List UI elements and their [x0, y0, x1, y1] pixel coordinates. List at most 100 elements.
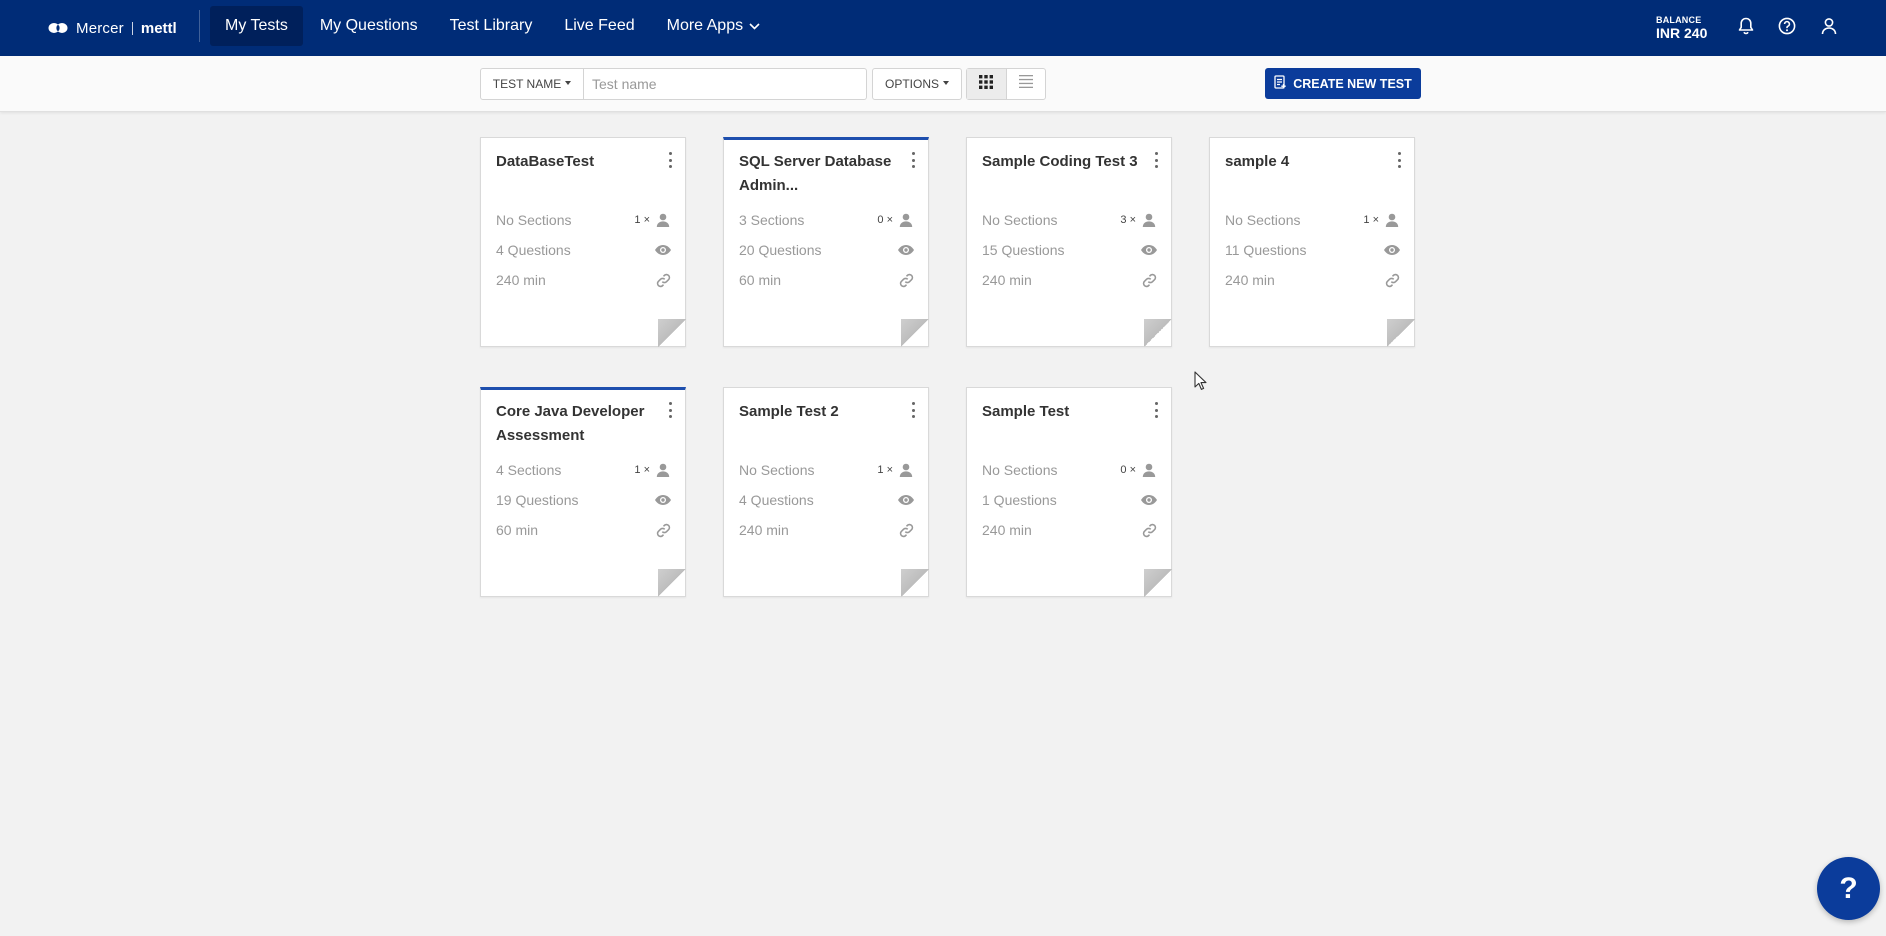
page-fold-corner	[658, 569, 686, 597]
test-card[interactable]: Sample Coding Test 3 No Sections 3 × 15 Que…	[966, 137, 1172, 347]
nav-live-feed[interactable]: Live Feed	[549, 6, 649, 46]
test-card-questions: 20 Questions	[739, 242, 822, 258]
candidate-user-icon	[1383, 211, 1401, 229]
test-card-sections-row: 4 Sections 1 ×	[496, 460, 672, 480]
page-fold-corner	[658, 319, 686, 347]
test-card-candidates[interactable]: 1 ×	[877, 461, 915, 479]
page-fold-corner	[901, 319, 929, 347]
test-card-questions-row: 19 Questions	[496, 490, 672, 510]
candidate-user-icon	[897, 211, 915, 229]
options-label: OPTIONS	[884, 77, 939, 91]
test-card-questions-row: 1 Questions	[982, 490, 1158, 510]
test-card-questions-row: 11 Questions	[1225, 240, 1401, 260]
preview-eye-icon[interactable]	[1383, 241, 1401, 259]
grid-view-button[interactable]	[967, 69, 1006, 99]
more-options-icon[interactable]	[1396, 152, 1402, 168]
test-card-title[interactable]: Sample Test 2	[739, 400, 899, 424]
test-card-candidates[interactable]: 1 ×	[634, 211, 672, 229]
test-card-questions-row: 4 Questions	[496, 240, 672, 260]
preview-eye-icon[interactable]	[897, 491, 915, 509]
share-link-icon[interactable]	[1140, 521, 1158, 539]
test-card-duration-row: 240 min	[982, 270, 1158, 290]
bell-icon[interactable]	[1735, 15, 1757, 37]
test-card-questions-row: 20 Questions	[739, 240, 915, 260]
share-link-icon[interactable]	[1383, 271, 1401, 289]
test-card[interactable]: sample 4 No Sections 1 × 11 Questions 240 mi…	[1209, 137, 1415, 347]
nav-my-tests-label: My Tests	[225, 17, 288, 34]
test-card-sections: No Sections	[982, 462, 1058, 478]
test-card-title[interactable]: sample 4	[1225, 150, 1385, 174]
test-card-candidates[interactable]: 1 ×	[634, 461, 672, 479]
share-link-icon[interactable]	[897, 271, 915, 289]
candidate-user-icon	[654, 461, 672, 479]
caret-down-icon	[565, 80, 572, 85]
test-card-sections-row: No Sections 1 ×	[496, 210, 672, 230]
test-card-candidates[interactable]: 0 ×	[1120, 461, 1158, 479]
brand-product: mettl	[140, 19, 177, 37]
mercer-mettl-logo[interactable]: Mercer mettl	[48, 17, 177, 39]
logo-divider	[131, 21, 133, 35]
share-link-icon[interactable]	[1140, 271, 1158, 289]
test-card-sections: 4 Sections	[496, 462, 562, 478]
test-card-candidates[interactable]: 3 ×	[1120, 211, 1158, 229]
user-icon[interactable]	[1818, 15, 1840, 37]
page-fold-corner	[1144, 319, 1172, 347]
nav-more-apps[interactable]: More Apps	[652, 6, 775, 46]
more-options-icon[interactable]	[667, 152, 673, 168]
test-card-duration: 60 min	[739, 272, 782, 288]
more-options-icon[interactable]	[667, 402, 673, 418]
nav-test-library[interactable]: Test Library	[435, 6, 548, 46]
preview-eye-icon[interactable]	[1140, 241, 1158, 259]
more-options-icon[interactable]	[910, 152, 916, 168]
share-link-icon[interactable]	[654, 271, 672, 289]
candidate-count: 0 ×	[1120, 464, 1136, 476]
candidate-user-icon	[654, 211, 672, 229]
grid-view-icon	[979, 74, 994, 94]
candidate-count: 0 ×	[877, 214, 893, 226]
list-view-button[interactable]	[1005, 69, 1045, 99]
balance-label: BALANCE	[1656, 15, 1702, 25]
page-fold-corner	[1387, 319, 1415, 347]
help-chat-label: ?	[1839, 871, 1858, 905]
candidate-user-icon	[1140, 211, 1158, 229]
test-card[interactable]: Core Java Developer Assessment 4 Sections…	[480, 387, 686, 597]
nav-my-tests[interactable]: My Tests	[210, 6, 303, 46]
options-dropdown[interactable]: OPTIONS	[872, 68, 962, 100]
test-card[interactable]: Sample Test No Sections 0 × 1 Questions 240 …	[966, 387, 1172, 597]
tests-toolbar: TEST NAME OPTIONS	[0, 56, 1886, 112]
more-options-icon[interactable]	[1153, 152, 1159, 168]
test-card-title[interactable]: Core Java Developer Assessment	[496, 400, 656, 448]
preview-eye-icon[interactable]	[654, 241, 672, 259]
more-options-icon[interactable]	[910, 402, 916, 418]
test-search-input[interactable]	[584, 68, 867, 100]
test-card[interactable]: SQL Server Database Admin... 3 Sections 0 …	[723, 137, 929, 347]
test-card-questions: 11 Questions	[1225, 242, 1307, 258]
test-card[interactable]: DataBaseTest No Sections 1 × 4 Questions 240…	[480, 137, 686, 347]
test-card-duration-row: 60 min	[739, 270, 915, 290]
test-card-title[interactable]: Sample Test	[982, 400, 1142, 424]
test-card-duration: 60 min	[496, 522, 539, 538]
test-card-title[interactable]: Sample Coding Test 3	[982, 150, 1142, 174]
test-card[interactable]: Sample Test 2 No Sections 1 × 4 Questions 24…	[723, 387, 929, 597]
preview-eye-icon[interactable]	[897, 241, 915, 259]
test-card-title[interactable]: SQL Server Database Admin...	[739, 150, 899, 198]
test-card-sections-row: No Sections 1 ×	[739, 460, 915, 480]
test-card-duration-row: 240 min	[496, 270, 672, 290]
test-card-title[interactable]: DataBaseTest	[496, 150, 656, 174]
test-card-candidates[interactable]: 1 ×	[1363, 211, 1401, 229]
test-card-duration: 240 min	[496, 272, 546, 288]
preview-eye-icon[interactable]	[1140, 491, 1158, 509]
nav-my-questions[interactable]: My Questions	[305, 6, 433, 46]
page-fold-corner	[1144, 569, 1172, 597]
help-circle-icon[interactable]	[1776, 15, 1798, 37]
share-link-icon[interactable]	[654, 521, 672, 539]
create-new-test-button[interactable]: CREATE NEW TEST	[1265, 68, 1421, 99]
test-card-duration: 240 min	[982, 272, 1032, 288]
more-options-icon[interactable]	[1153, 402, 1159, 418]
filter-field-dropdown[interactable]: TEST NAME	[480, 68, 584, 100]
share-link-icon[interactable]	[897, 521, 915, 539]
test-card-questions: 4 Questions	[496, 242, 571, 258]
help-chat-button[interactable]: ?	[1817, 857, 1880, 920]
test-card-candidates[interactable]: 0 ×	[877, 211, 915, 229]
preview-eye-icon[interactable]	[654, 491, 672, 509]
